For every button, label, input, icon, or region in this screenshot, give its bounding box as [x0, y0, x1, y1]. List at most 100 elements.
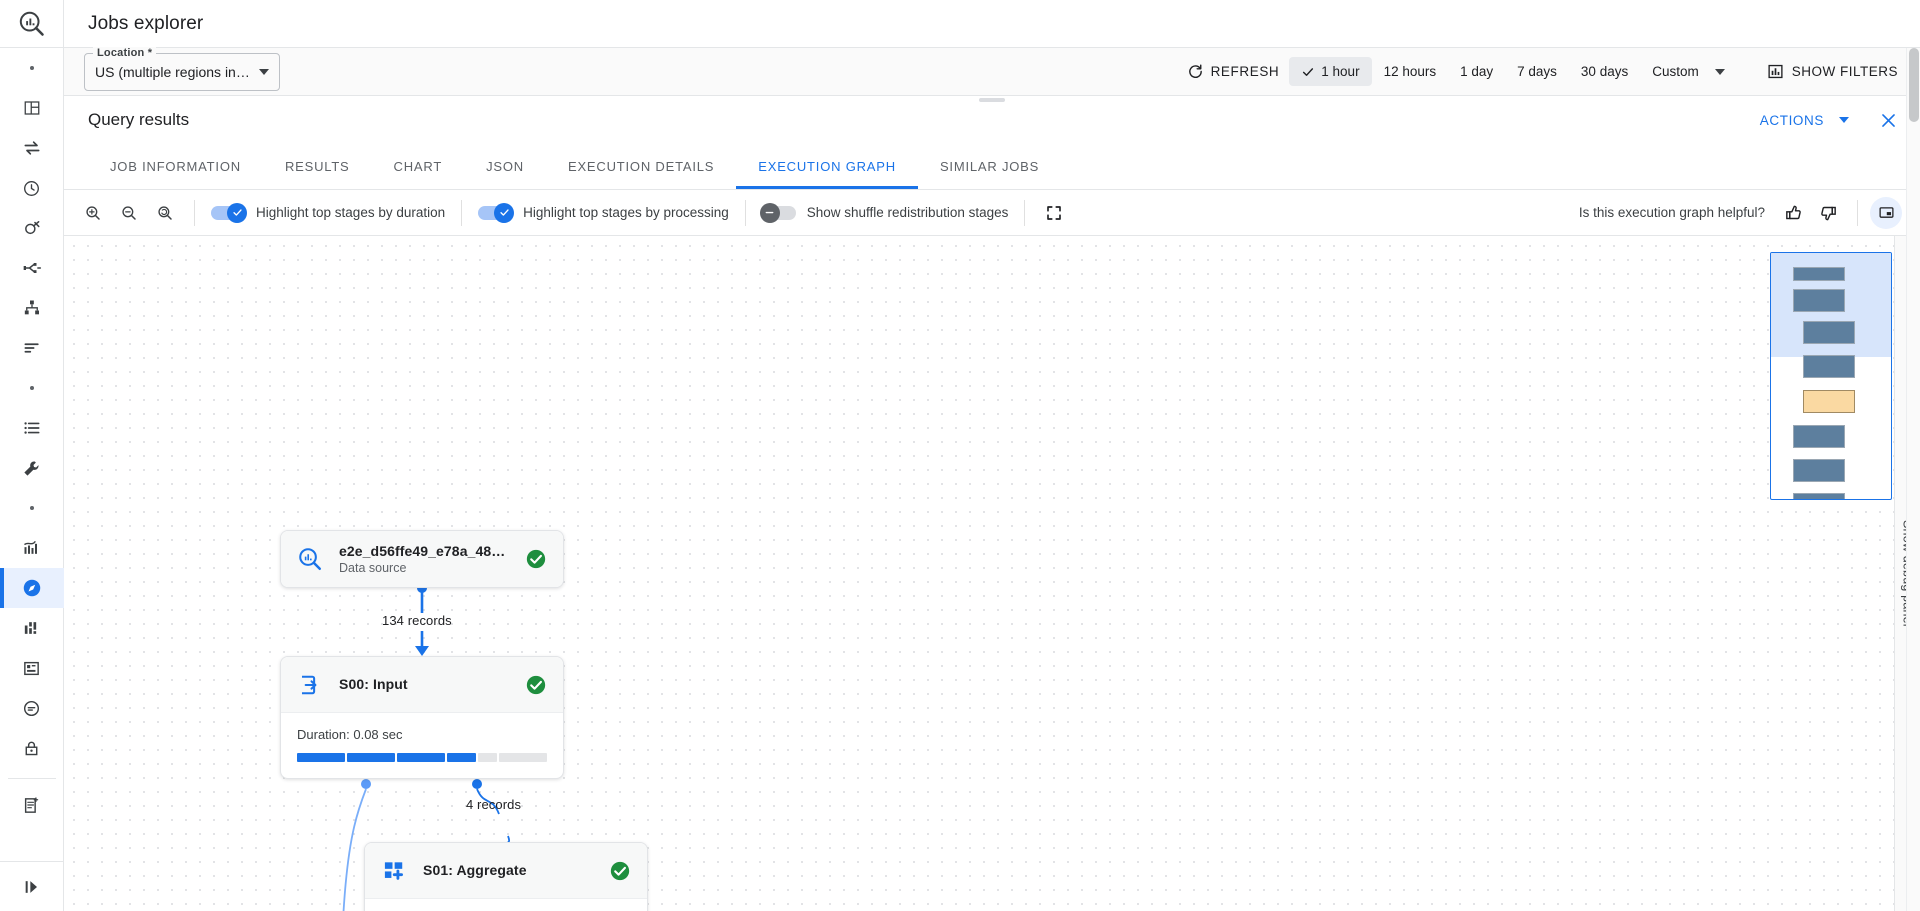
rail-item-analytics-hub[interactable] — [0, 208, 64, 248]
location-value: US (multiple regions in Un… — [95, 64, 251, 80]
rail-item-release-notes[interactable] — [0, 785, 64, 825]
tab-chart[interactable]: CHART — [372, 144, 465, 189]
page-title: Jobs explorer — [88, 13, 203, 35]
toggle-label: Show shuffle redistribution stages — [807, 205, 1009, 220]
toggle-switch[interactable] — [478, 206, 512, 220]
graph-node-s01-aggregate[interactable]: S01: Aggregate Duration: 0.07 sec — [364, 842, 648, 911]
toggle-switch[interactable] — [762, 206, 796, 220]
tab-results[interactable]: RESULTS — [263, 144, 372, 189]
rail-item-admin[interactable] — [0, 448, 64, 488]
rail-divider — [8, 778, 56, 779]
lock-icon — [22, 739, 41, 758]
refresh-icon — [1187, 63, 1204, 80]
aggregate-icon — [381, 858, 407, 884]
time-range-7-days[interactable]: 7 days — [1505, 57, 1569, 86]
toggle-label: Highlight top stages by duration — [256, 205, 445, 220]
feedback-question: Is this execution graph helpful? — [1579, 205, 1765, 220]
toggle-shuffle-stages[interactable]: Show shuffle redistribution stages — [746, 205, 1025, 220]
rail-item-policy-tags[interactable] — [0, 728, 64, 768]
fullscreen-icon — [1045, 204, 1063, 222]
node-header: e2e_d56ffe49_e78a_482a_ Data source — [281, 531, 563, 587]
graph-node-s00-input[interactable]: S00: Input Duration: 0.08 sec — [280, 656, 564, 779]
zoom-in-button[interactable] — [78, 198, 108, 228]
thumb-up-button[interactable] — [1779, 198, 1809, 228]
bar-segment — [478, 753, 497, 762]
rail-item-jobs-explorer[interactable] — [0, 568, 64, 608]
actions-label: ACTIONS — [1760, 113, 1824, 128]
thumb-down-button[interactable] — [1813, 198, 1843, 228]
tab-job-information[interactable]: JOB INFORMATION — [88, 144, 263, 189]
time-range-1-day[interactable]: 1 day — [1448, 57, 1505, 86]
rail-item-monitoring[interactable] — [0, 528, 64, 568]
tab-json[interactable]: JSON — [464, 144, 546, 189]
graph-node-datasource[interactable]: e2e_d56ffe49_e78a_482a_ Data source — [280, 530, 564, 588]
rail-collapse-toggle[interactable] — [0, 861, 64, 911]
time-range-30-days[interactable]: 30 days — [1569, 57, 1640, 86]
rail-item-list — [0, 48, 64, 861]
show-filters-label: SHOW FILTERS — [1792, 64, 1898, 79]
show-filters-button[interactable]: SHOW FILTERS — [1759, 57, 1906, 86]
zoom-reset-button[interactable] — [150, 198, 180, 228]
toggle-switch[interactable] — [211, 206, 245, 220]
rail-item-pipelines[interactable] — [0, 248, 64, 288]
thumb-down-icon — [1818, 203, 1838, 223]
tab-execution-details[interactable]: EXECUTION DETAILS — [546, 144, 736, 189]
thumb-up-icon — [1784, 203, 1804, 223]
execution-graph-canvas[interactable]: e2e_d56ffe49_e78a_482a_ Data source — [64, 236, 1920, 911]
toggle-knob — [227, 203, 247, 223]
new-note-icon — [22, 796, 41, 815]
rail-item-disable[interactable] — [0, 688, 64, 728]
wrench-icon — [22, 459, 41, 478]
time-range-custom[interactable]: Custom — [1640, 57, 1737, 86]
pipelines-icon — [22, 258, 42, 278]
rail-item-reservations[interactable] — [0, 648, 64, 688]
time-range-1-hour[interactable]: 1 hour — [1289, 57, 1371, 86]
dot-icon — [30, 386, 34, 390]
rail-item-scheduled-queries[interactable] — [0, 168, 64, 208]
scrollbar-thumb[interactable] — [1909, 48, 1919, 122]
app-logo[interactable] — [0, 0, 64, 48]
toggle-label: Highlight top stages by processing — [523, 205, 729, 220]
close-panel-button[interactable] — [1875, 107, 1902, 134]
time-range-12-hours[interactable]: 12 hours — [1372, 57, 1449, 86]
rail-item-dashboard[interactable] — [0, 88, 64, 128]
panel-resize-handle[interactable] — [979, 98, 1005, 102]
fullscreen-button[interactable] — [1039, 198, 1069, 228]
chevron-down-icon — [1715, 69, 1725, 75]
page-scrollbar[interactable] — [1906, 48, 1920, 911]
bar-segment — [447, 753, 476, 762]
rail-item-slot-estimator[interactable] — [0, 608, 64, 648]
actions-button[interactable]: ACTIONS — [1752, 107, 1857, 134]
tab-similar-jobs[interactable]: SIMILAR JOBS — [918, 144, 1061, 189]
toggle-knob — [494, 203, 514, 223]
tab-execution-graph[interactable]: EXECUTION GRAPH — [736, 144, 918, 189]
rail-item-transfer[interactable] — [0, 128, 64, 168]
minimap-node — [1793, 289, 1845, 312]
location-select[interactable]: Location * US (multiple regions in Un… — [84, 53, 280, 91]
chevron-down-icon — [259, 69, 269, 75]
slots-icon — [22, 618, 42, 638]
rail-item-dataflow[interactable] — [0, 288, 64, 328]
refresh-button[interactable]: REFRESH — [1177, 57, 1290, 86]
rail-item-dot-1[interactable] — [0, 48, 64, 88]
debug-panel-button[interactable] — [1870, 197, 1902, 229]
minimap-node — [1803, 321, 1855, 344]
toggle-highlight-processing[interactable]: Highlight top stages by processing — [462, 205, 745, 220]
rail-item-query-history[interactable] — [0, 328, 64, 368]
graph-minimap[interactable] — [1770, 252, 1892, 500]
node-title: S01: Aggregate — [423, 862, 527, 878]
status-badge-success — [525, 548, 547, 570]
time-range-label: 1 hour — [1321, 64, 1359, 79]
rail-item-dot-3[interactable] — [0, 488, 64, 528]
bar-segment — [397, 753, 445, 762]
list-icon — [22, 418, 42, 438]
rail-item-list[interactable] — [0, 408, 64, 448]
jobs-explorer-app: Jobs explorer Location * US (multiple re… — [0, 0, 1920, 911]
rail-item-dot-2[interactable] — [0, 368, 64, 408]
panel-header: Query results ACTIONS — [64, 96, 1920, 144]
required-marker: * — [148, 47, 152, 59]
edge-dot — [361, 779, 371, 789]
toggle-highlight-duration[interactable]: Highlight top stages by duration — [195, 205, 461, 220]
zoom-out-button[interactable] — [114, 198, 144, 228]
zoom-controls — [78, 198, 194, 228]
